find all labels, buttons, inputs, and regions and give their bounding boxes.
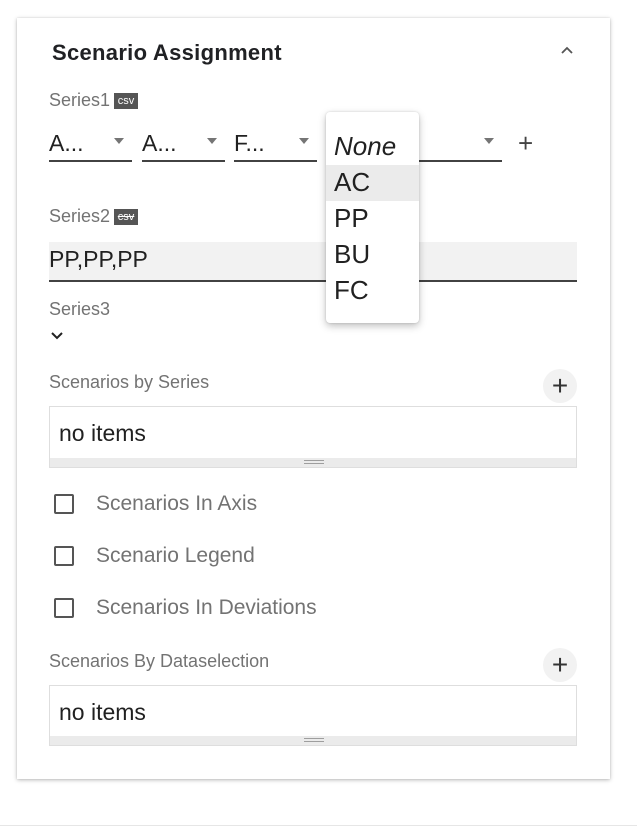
caret-down-icon: [299, 138, 309, 144]
series1-label: Series1 csv: [49, 90, 139, 111]
menu-item-fc[interactable]: FC: [326, 273, 419, 309]
scenarios-by-dataselection-list[interactable]: no items: [49, 685, 577, 746]
series3-label: Series3: [49, 299, 111, 319]
series2-label: Series2 csv: [49, 206, 139, 227]
menu-item-ac[interactable]: AC: [326, 165, 419, 201]
scenarios-by-series-label: Scenarios by Series: [49, 372, 210, 392]
dropdown-value: F...: [234, 130, 265, 156]
series1-dropdown-3[interactable]: F...: [234, 126, 317, 162]
csv-badge-disabled[interactable]: csv: [114, 209, 139, 225]
panel-title: Scenario Assignment: [52, 40, 282, 65]
checkbox-scenarios-in-deviations[interactable]: Scenarios In Deviations: [54, 596, 454, 622]
resize-handle[interactable]: [50, 736, 576, 745]
empty-list-text: no items: [59, 420, 146, 446]
caret-down-icon: [207, 138, 217, 144]
checkbox-label: Scenario Legend: [96, 544, 255, 567]
grip-icon: [304, 738, 324, 742]
grip-icon: [304, 460, 324, 464]
scenarios-by-dataselection-label: Scenarios By Dataselection: [49, 651, 270, 671]
series1-dropdown-2[interactable]: A...: [142, 126, 225, 162]
series1-dropdown-1[interactable]: A...: [49, 126, 132, 162]
divider: [0, 825, 637, 826]
series2-value: PP,PP,PP: [49, 246, 148, 272]
checkbox-label: Scenarios In Deviations: [96, 596, 317, 619]
checkbox-icon[interactable]: [54, 546, 74, 566]
dropdown-menu: None AC PP BU FC: [326, 112, 419, 323]
dropdown-value: A...: [49, 130, 84, 156]
series2-field[interactable]: PP,PP,PP: [49, 242, 577, 282]
caret-down-icon: [114, 138, 124, 144]
checkbox-label: Scenarios In Axis: [96, 492, 258, 515]
dropdown-value: A...: [142, 130, 177, 156]
empty-list-text: no items: [59, 699, 146, 725]
plus-icon[interactable]: +: [518, 130, 533, 156]
series2-label-text: Series2: [49, 206, 111, 226]
series1-label-text: Series1: [49, 90, 111, 110]
checkbox-icon[interactable]: [54, 598, 74, 618]
scenarios-by-series-list[interactable]: no items: [49, 406, 577, 468]
menu-item-none[interactable]: None: [326, 129, 419, 165]
checkbox-scenarios-in-axis[interactable]: Scenarios In Axis: [54, 492, 454, 518]
plus-icon[interactable]: +: [543, 369, 577, 403]
menu-item-pp[interactable]: PP: [326, 201, 419, 237]
caret-down-icon: [484, 138, 494, 144]
checkbox-icon[interactable]: [54, 494, 74, 514]
chevron-down-icon[interactable]: [49, 329, 65, 343]
csv-badge[interactable]: csv: [114, 93, 139, 109]
checkbox-scenario-legend[interactable]: Scenario Legend: [54, 544, 454, 570]
chevron-up-icon[interactable]: [557, 40, 577, 60]
resize-handle[interactable]: [50, 458, 576, 467]
plus-icon[interactable]: +: [543, 648, 577, 682]
menu-item-bu[interactable]: BU: [326, 237, 419, 273]
